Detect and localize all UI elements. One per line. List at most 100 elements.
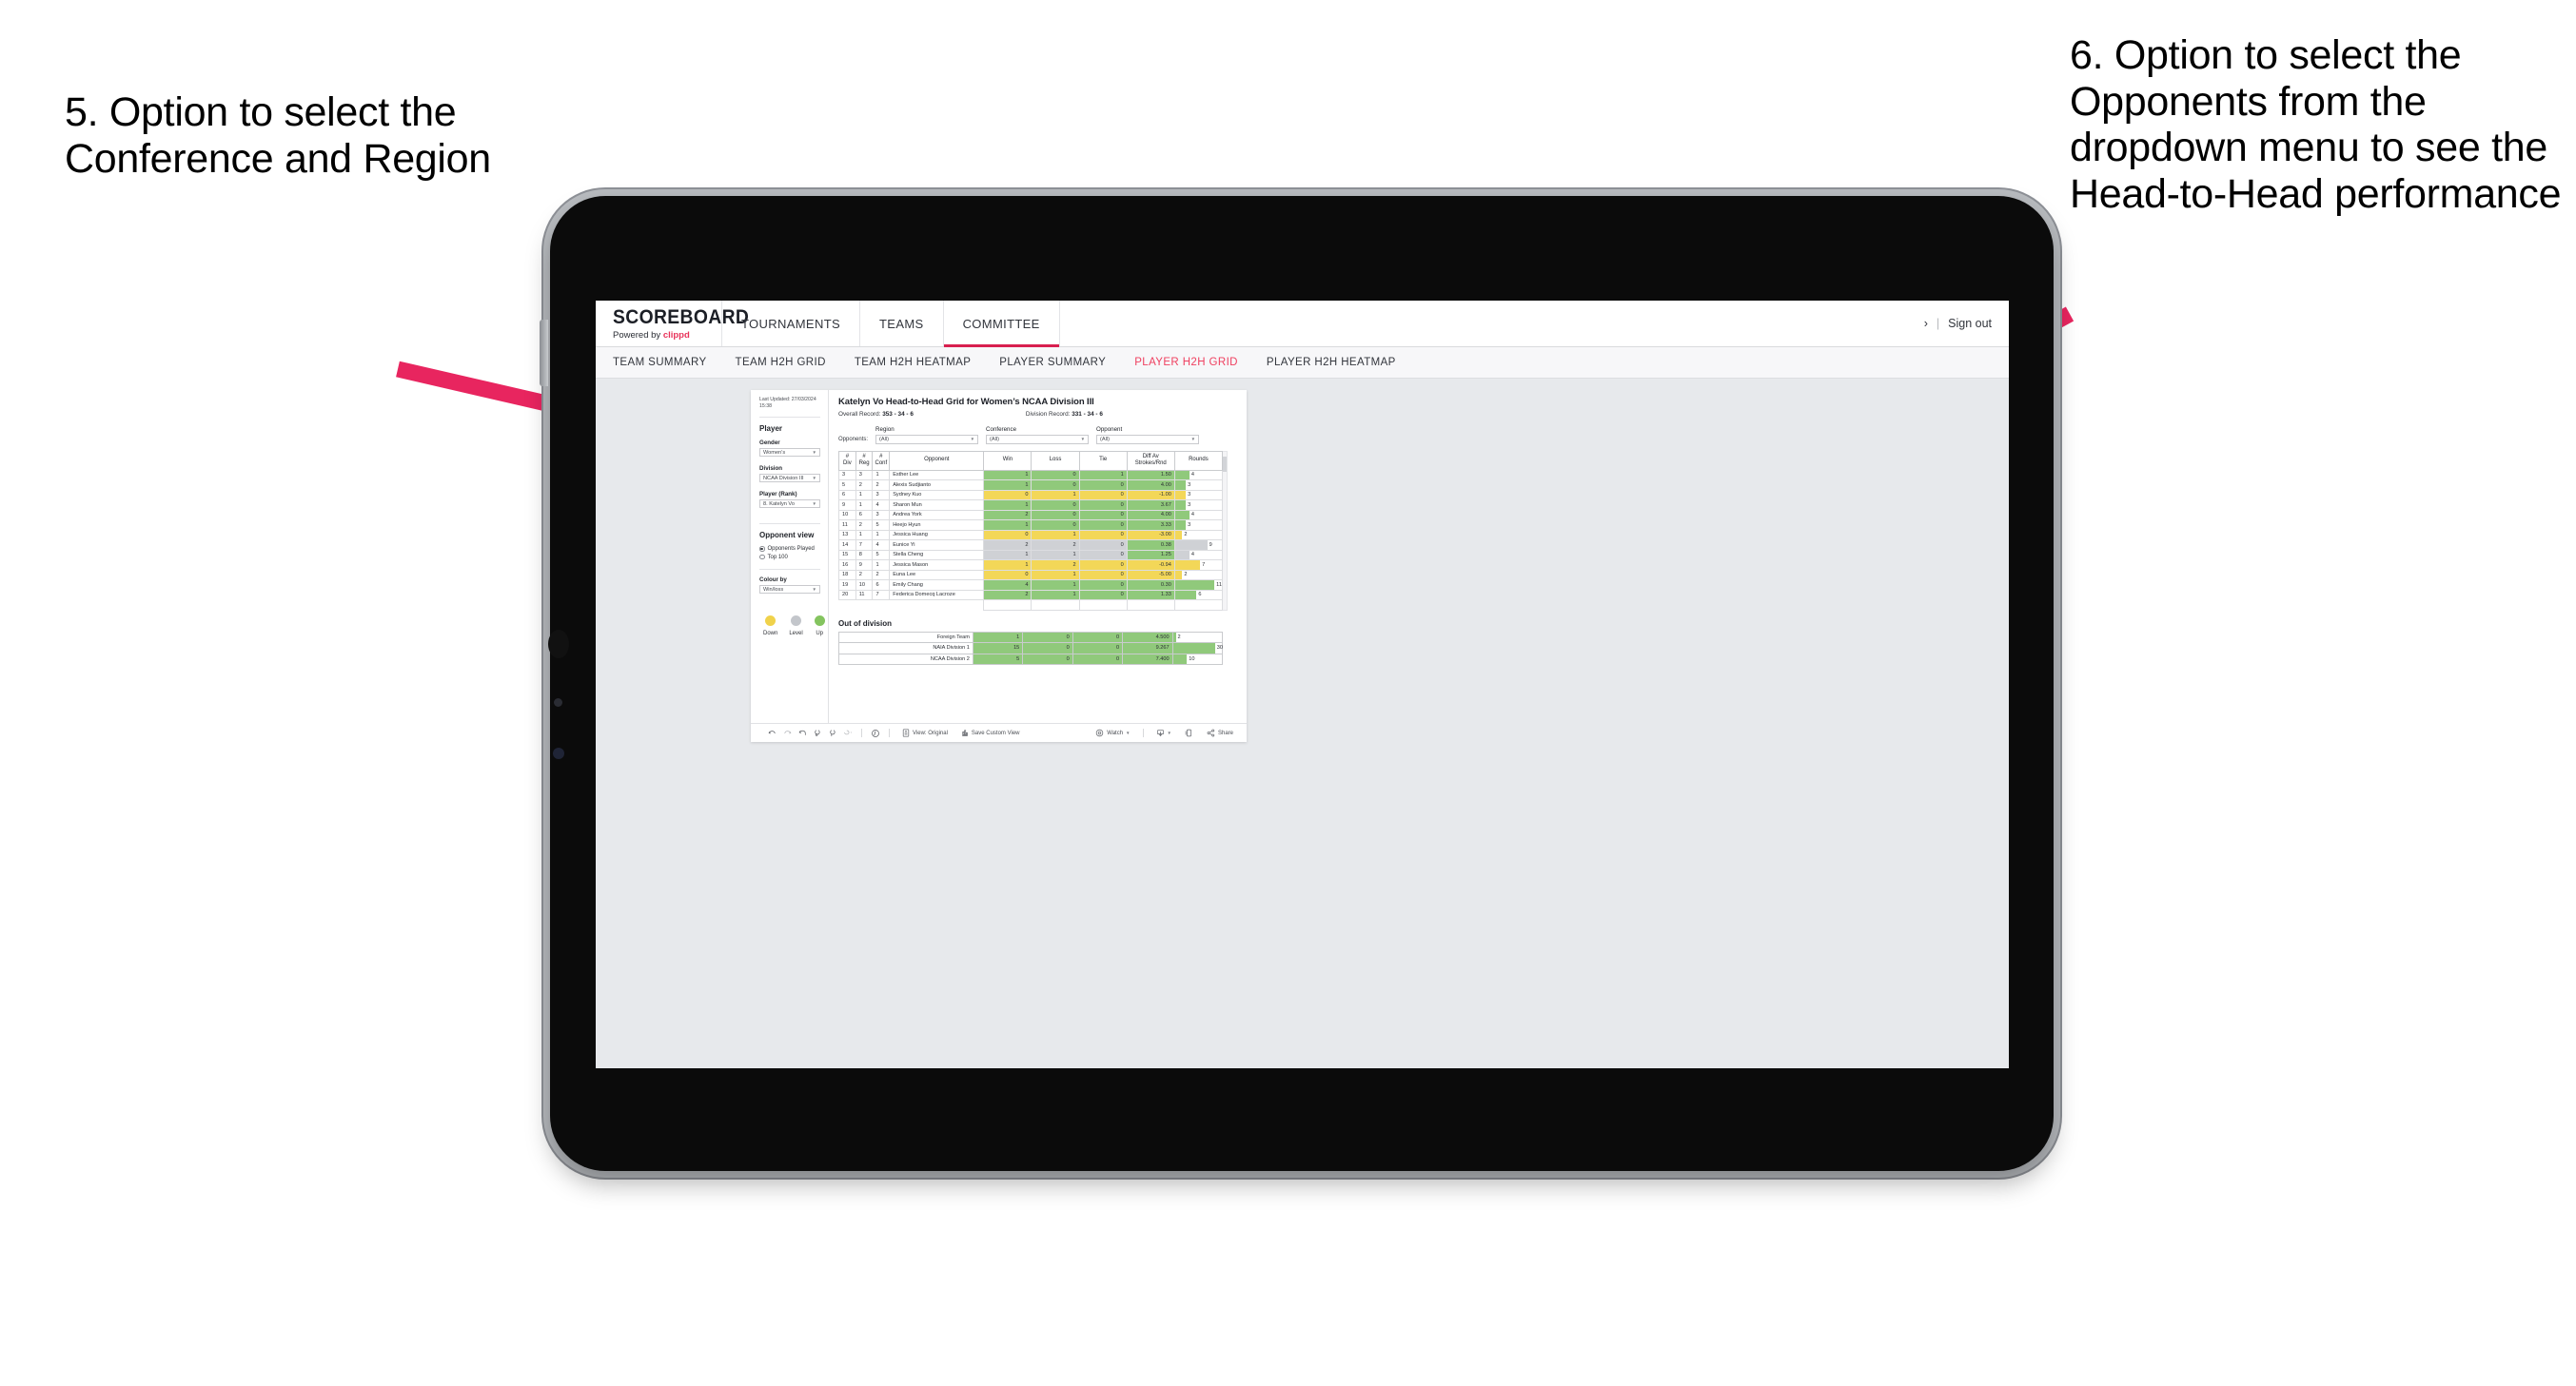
out-of-division-row[interactable]: NAIA Division 1 15 0 0 9.267 30 [838,642,1223,654]
gender-select[interactable]: Women’s ▼ [759,448,820,458]
toolbar-divider-3 [1142,729,1144,737]
tab-player-h2h-grid[interactable]: PLAYER H2H GRID [1134,357,1238,368]
table-cell: 11 [855,589,874,600]
out-of-division-title: Out of division [838,618,892,628]
colour-by-select[interactable]: Win/loss ▼ [759,585,820,595]
division-record-value: 331 - 34 - 6 [1072,411,1103,418]
division-select[interactable]: NCAA Division III ▼ [759,474,820,483]
scrollbar-thumb[interactable] [1223,456,1227,472]
table-cell: 2 [872,479,891,491]
table-cell: 0 [1031,469,1080,480]
sign-out-link[interactable]: Sign out [1948,317,1992,330]
table-cell: -5.00 [1126,569,1175,580]
revert-icon[interactable] [795,729,810,737]
table-cell: 9 [838,499,856,511]
table-cell: 20 [838,589,856,600]
table-cell: 0 [1078,509,1128,520]
tab-player-h2h-heatmap[interactable]: PLAYER H2H HEATMAP [1267,357,1396,368]
out-of-division-row[interactable]: Foreign Team 1 0 0 4.500 2 [838,631,1224,643]
conference-filter-select[interactable]: (All) ▼ [986,435,1090,444]
panel-divider-1 [759,417,820,419]
refresh-dropdown-icon[interactable] [840,729,855,737]
toolbar-divider-2 [889,729,890,737]
table-cell: Euna Lee [889,569,985,580]
table-cell: 1 [983,549,1032,560]
table-cell: 5 [838,479,856,491]
table-row[interactable]: 3 3 1 Esther Lee 1 0 1 1.50 4 [838,469,1224,480]
table-cell: 0 [983,529,1032,540]
table-row[interactable]: 15 8 5 Stella Cheng 1 1 0 1.25 4 [838,549,1224,560]
tab-player-summary[interactable]: PLAYER SUMMARY [999,357,1106,368]
table-row[interactable]: 14 7 4 Eunice Yi 2 2 0 0.38 9 [838,539,1224,551]
device-layout-button[interactable] [1178,729,1200,737]
radio-icon-selected [759,546,765,552]
nav-teams[interactable]: TEAMS [860,301,944,346]
nav-tournaments[interactable]: TOURNAMENTS [722,301,861,346]
pause-auto-updates-icon[interactable] [868,729,883,738]
nav-committee[interactable]: COMMITTEE [943,301,1060,347]
table-row[interactable]: 11 2 5 Heejo Hyun 1 0 0 3.33 3 [838,519,1224,531]
download-button[interactable]: ▼ [1150,729,1178,737]
table-row[interactable]: 19 10 6 Emily Chang 4 1 0 0.30 11 [838,579,1224,591]
redo-icon[interactable] [779,729,795,737]
tab-team-h2h-heatmap[interactable]: TEAM H2H HEATMAP [855,357,971,368]
table-row[interactable]: 16 9 1 Jessica Mason 1 2 0 -0.94 7 [838,559,1224,571]
h2h-header-row: # Div # Reg # Conf Opponent Win Loss Tie Di… [838,450,1224,471]
record-row: Overall Record: 353 - 34 - 6 Division Re… [838,411,1238,418]
table-row[interactable]: 20 11 7 Federica Domecq Lacroze 2 1 0 1.33 6 [838,589,1224,600]
watch-button[interactable]: Watch ▼ [1089,729,1136,737]
share-button[interactable]: Share [1200,729,1247,737]
view-original-button[interactable]: View: Original [895,729,954,737]
th-conf: # Conf [872,450,891,471]
table-row[interactable]: 13 1 1 Jessica Huang 0 1 0 -3.00 2 [838,529,1224,540]
annotation-left-text: 5. Option to select the Conference and R… [65,89,491,182]
table-cell-empty [839,600,856,611]
radio-opponents-played[interactable]: Opponents Played [759,546,820,552]
table-row[interactable]: 18 2 2 Euna Lee 0 1 0 -5.00 2 [838,569,1224,580]
toolbar-divider-1 [861,729,862,737]
table-cell: 7 [872,589,891,600]
radio-label-top-100: Top 100 [767,554,788,560]
table-vertical-scrollbar[interactable] [1223,450,1228,611]
rounds-bar-cell: 3 [1173,479,1224,491]
table-cell: 18 [838,569,856,580]
viz-main: Katelyn Vo Head-to-Head Grid for Women’s… [829,390,1247,723]
rounds-bar-cell: 4 [1173,549,1224,560]
tab-team-summary[interactable]: TEAM SUMMARY [613,357,707,368]
legend-label-down: Down [763,631,778,637]
refresh-icon[interactable] [810,729,825,737]
table-cell: 0 [1078,549,1128,560]
table-row[interactable]: 10 6 3 Andrea York 2 0 0 4.00 4 [838,509,1224,520]
clippd-brand: clippd [662,329,690,341]
table-cell: 9 [855,559,874,571]
pause-icon[interactable] [825,729,840,737]
rounds-bar [1174,590,1197,599]
scoreboard-logo[interactable]: SCOREBOARD Powered by clippd [596,301,749,346]
table-row[interactable]: 9 1 4 Sharon Mun 1 0 0 3.67 3 [838,499,1224,511]
out-of-division-row[interactable]: NCAA Division 2 5 0 0 7.400 10 [838,653,1224,665]
table-row[interactable]: 5 2 2 Alexis Sudjianto 1 0 0 4.00 3 [838,479,1224,491]
legend-item-level: Level [789,615,803,636]
rounds-bar [1172,643,1215,654]
table-cell: 1.33 [1126,589,1175,600]
table-cell: 1 [872,529,891,540]
table-cell: 6 [855,509,874,520]
table-cell: 4 [872,539,891,551]
radio-top-100[interactable]: Top 100 [759,555,820,560]
table-padding-row [839,599,1224,611]
conference-filter-value: (All) [990,436,999,442]
device-mic [554,698,562,707]
account-icon[interactable]: › [1924,317,1928,330]
tab-team-h2h-grid[interactable]: TEAM H2H GRID [736,357,826,368]
table-cell: 19 [838,579,856,591]
app-top-bar: SCOREBOARD Powered by clippd TOURNAMENTS… [596,301,2009,347]
rounds-bar [1174,560,1201,570]
undo-icon[interactable] [764,729,779,737]
table-cell: 6 [838,489,856,500]
save-custom-view-button[interactable]: Save Custom View [954,729,1027,737]
region-filter-select[interactable]: (All) ▼ [875,435,979,444]
table-cell: 1 [983,559,1032,571]
player-rank-select[interactable]: 8. Katelyn Vo ▼ [759,499,820,509]
opponent-filter-select[interactable]: (All) ▼ [1096,435,1200,444]
table-row[interactable]: 6 1 3 Sydney Kuo 0 1 0 -1.00 3 [838,489,1224,500]
